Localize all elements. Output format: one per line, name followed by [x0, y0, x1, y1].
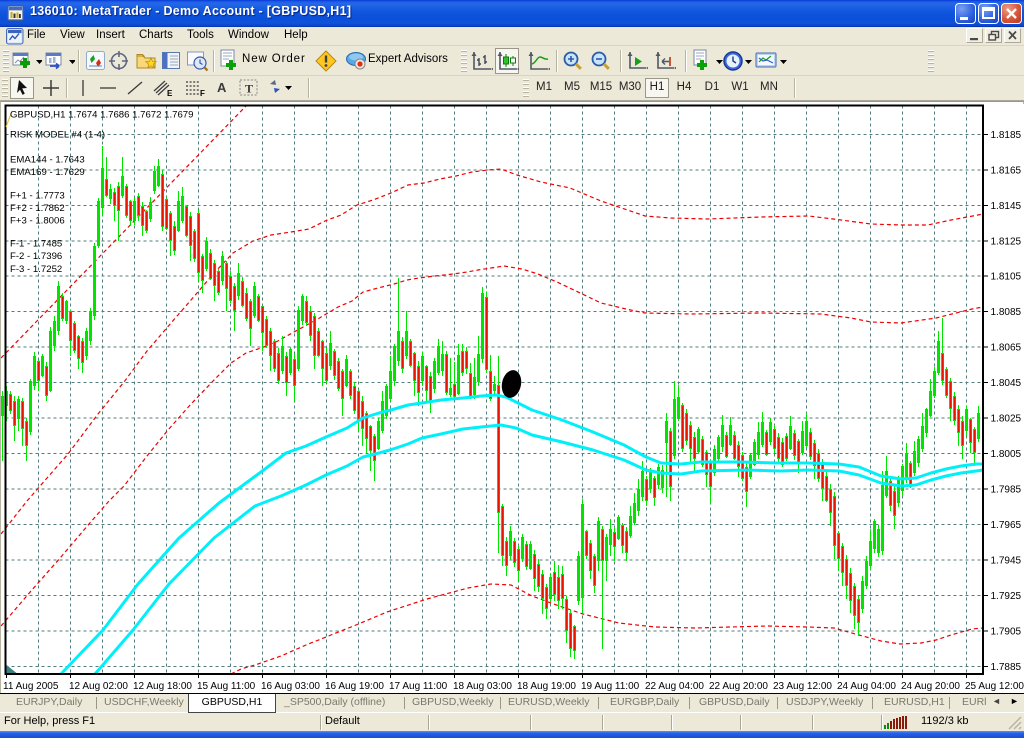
svg-text:24 Aug 04:00: 24 Aug 04:00 — [837, 681, 896, 692]
svg-text:RISK MODEL #4 (1-4): RISK MODEL #4 (1-4) — [10, 130, 105, 141]
svg-text:24 Aug 20:00: 24 Aug 20:00 — [901, 681, 960, 692]
svg-text:15 Aug 11:00: 15 Aug 11:00 — [197, 681, 256, 692]
svg-text:12 Aug 18:00: 12 Aug 18:00 — [133, 681, 192, 692]
svg-text:1.8005: 1.8005 — [991, 449, 1022, 460]
svg-text:1.8065: 1.8065 — [991, 343, 1022, 354]
svg-text:F+2 - 1.7862: F+2 - 1.7862 — [10, 203, 65, 214]
svg-text:F: F — [200, 89, 205, 98]
svg-text:EMA169 - 1.7629: EMA169 - 1.7629 — [10, 167, 85, 178]
svg-text:1.7885: 1.7885 — [991, 662, 1022, 673]
svg-text:12 Aug 02:00: 12 Aug 02:00 — [69, 681, 128, 692]
svg-text:GBPUSD,H1 1.7674 1.7686 1.767: GBPUSD,H1 1.7674 1.7686 1.7672 1.7679 — [10, 110, 193, 121]
svg-text:1.8145: 1.8145 — [991, 201, 1022, 212]
svg-text:22 Aug 04:00: 22 Aug 04:00 — [645, 681, 704, 692]
svg-text:F+1 - 1.7773: F+1 - 1.7773 — [10, 191, 65, 202]
svg-text:F-1 - 1.7485: F-1 - 1.7485 — [10, 239, 62, 250]
svg-text:1.8085: 1.8085 — [991, 307, 1022, 318]
svg-text:1.8025: 1.8025 — [991, 414, 1022, 425]
svg-text:1.8185: 1.8185 — [991, 130, 1022, 141]
svg-text:1.7925: 1.7925 — [991, 591, 1022, 602]
svg-text:1.7945: 1.7945 — [991, 555, 1022, 566]
svg-text:1.7905: 1.7905 — [991, 626, 1022, 637]
svg-text:T: T — [245, 82, 253, 96]
svg-text:1.8045: 1.8045 — [991, 378, 1022, 389]
svg-text:23 Aug 12:00: 23 Aug 12:00 — [773, 681, 832, 692]
svg-text:F+3 - 1.8006: F+3 - 1.8006 — [10, 216, 65, 227]
svg-text:17 Aug 11:00: 17 Aug 11:00 — [389, 681, 448, 692]
svg-text:18 Aug 19:00: 18 Aug 19:00 — [517, 681, 576, 692]
svg-text:EMA144 - 1.7643: EMA144 - 1.7643 — [10, 155, 85, 166]
svg-text:18 Aug 03:00: 18 Aug 03:00 — [453, 681, 512, 692]
svg-text:16 Aug 03:00: 16 Aug 03:00 — [261, 681, 320, 692]
svg-text:22 Aug 20:00: 22 Aug 20:00 — [709, 681, 768, 692]
svg-text:E: E — [167, 89, 173, 98]
svg-text:1.8105: 1.8105 — [991, 272, 1022, 283]
svg-text:16 Aug 19:00: 16 Aug 19:00 — [325, 681, 384, 692]
svg-text:F-2 - 1.7396: F-2 - 1.7396 — [10, 251, 62, 262]
svg-text:1.7985: 1.7985 — [991, 485, 1022, 496]
svg-text:1.8125: 1.8125 — [991, 236, 1022, 247]
svg-text:19 Aug 11:00: 19 Aug 11:00 — [581, 681, 640, 692]
svg-text:1.7965: 1.7965 — [991, 520, 1022, 531]
svg-text:25 Aug 12:00: 25 Aug 12:00 — [965, 681, 1024, 692]
svg-text:1.8165: 1.8165 — [991, 165, 1022, 176]
svg-text:11 Aug 2005: 11 Aug 2005 — [3, 681, 59, 692]
svg-text:F-3 - 1.7252: F-3 - 1.7252 — [10, 264, 62, 275]
